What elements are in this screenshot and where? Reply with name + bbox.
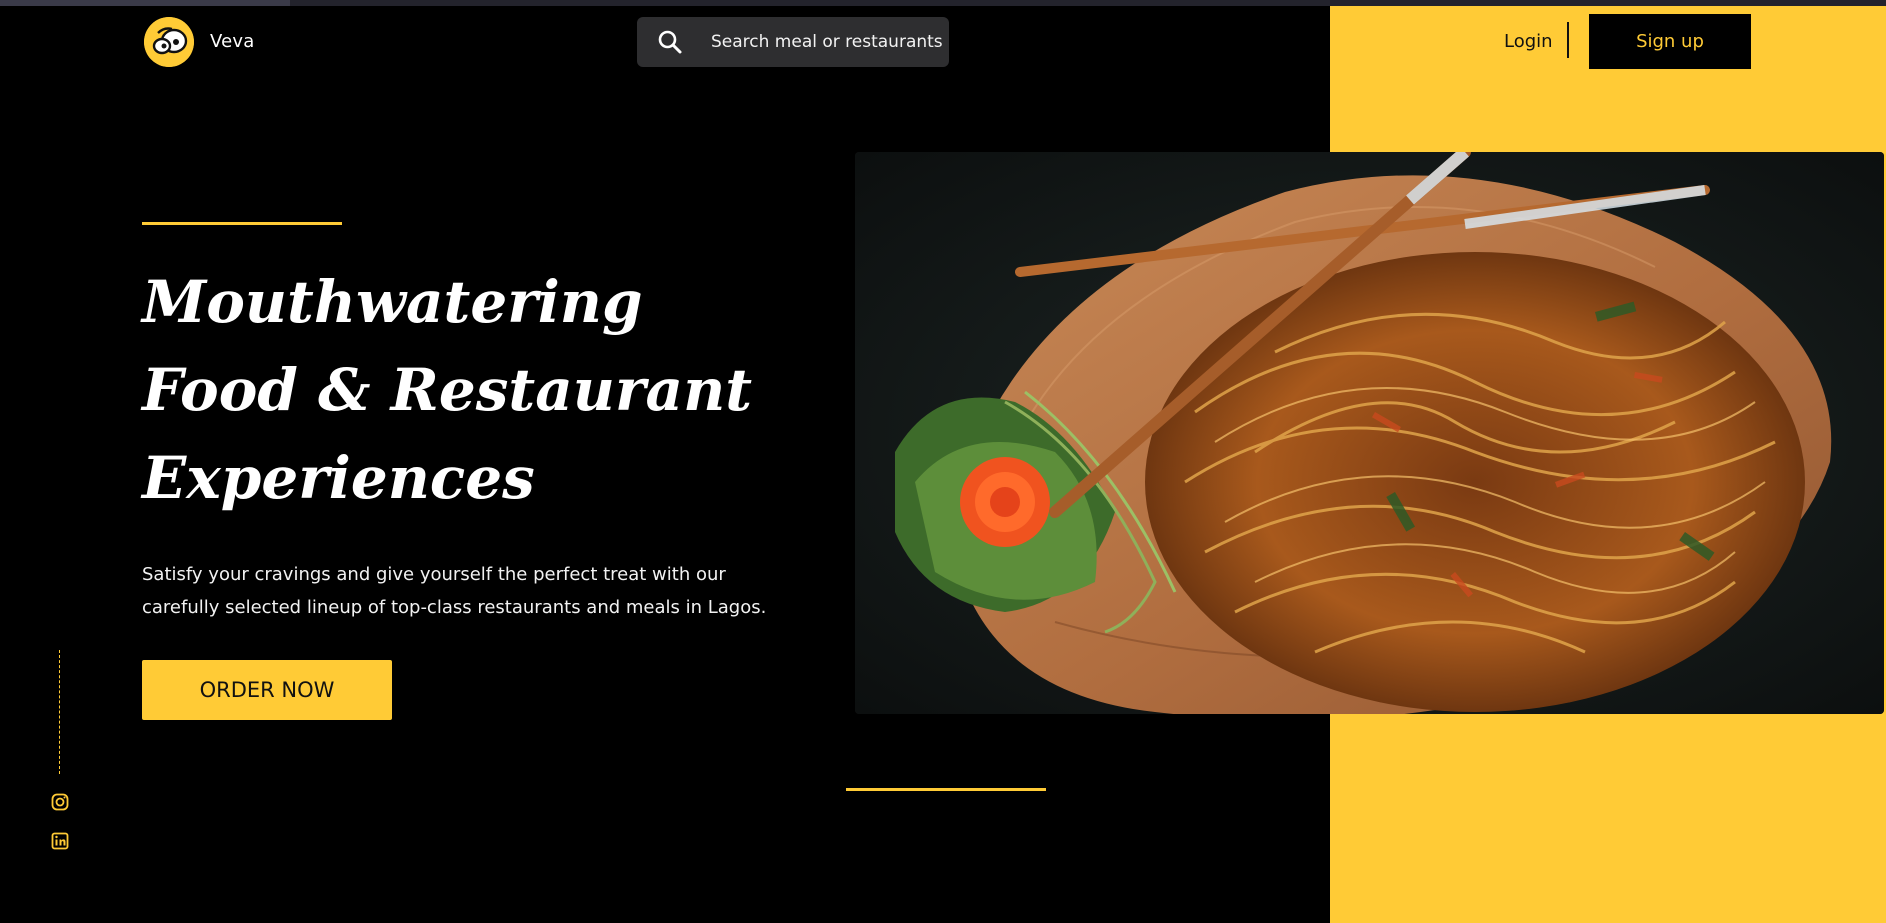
login-link[interactable]: Login <box>1504 31 1553 52</box>
order-now-button[interactable]: ORDER NOW <box>142 660 392 720</box>
hero-headline: Mouthwatering Food & Restaurant Experien… <box>142 258 752 522</box>
hero-description: Satisfy your cravings and give yourself … <box>142 564 767 618</box>
landing-page: Veva Search meal or restaurants Login Si… <box>0 0 1886 923</box>
headline-line-2: Food & Restaurant <box>142 356 753 424</box>
logo-icon[interactable] <box>144 17 194 67</box>
instagram-icon[interactable] <box>50 792 70 812</box>
search-icon <box>657 29 683 55</box>
accent-line-bottom <box>846 788 1046 791</box>
linkedin-icon[interactable] <box>50 831 70 851</box>
headline-line-3: Experiences <box>142 444 535 512</box>
nav-divider <box>1567 22 1569 58</box>
headline-line-1: Mouthwatering <box>142 268 643 336</box>
search-bar[interactable]: Search meal or restaurants <box>637 17 949 67</box>
signup-button[interactable]: Sign up <box>1589 14 1751 69</box>
search-input[interactable]: Search meal or restaurants <box>711 32 943 52</box>
brand-name[interactable]: Veva <box>210 31 254 52</box>
social-rail-line <box>59 650 60 774</box>
hero-food-image <box>855 152 1884 714</box>
accent-line-top <box>142 222 342 225</box>
